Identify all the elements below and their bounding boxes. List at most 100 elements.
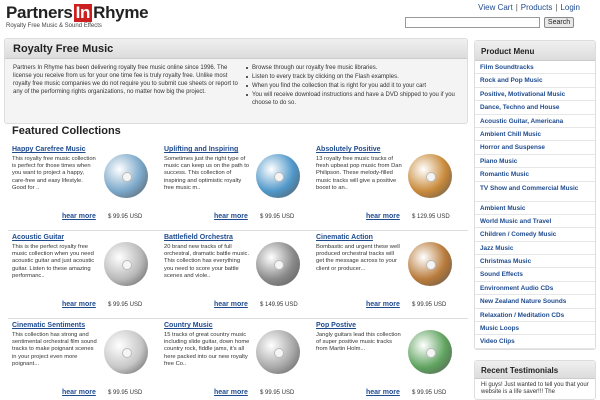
intro-text: Partners In Rhyme has been delivering ro… (13, 65, 238, 95)
menu-item[interactable]: Horror and Suspense (475, 141, 595, 155)
main-content: Royalty Free Music Partners In Rhyme has… (4, 38, 468, 124)
bullet-item: Listen to every track by clicking on the… (245, 73, 465, 81)
collection-title-link[interactable]: Uplifting and Inspiring (164, 146, 238, 153)
hear-more-link[interactable]: hear more (62, 301, 96, 308)
price-label: $ 99.95 USD (108, 390, 143, 396)
hear-more-link[interactable]: hear more (366, 213, 400, 220)
menu-item[interactable]: Acoustic Guitar, Americana (475, 115, 595, 128)
cd-cover-image[interactable] (104, 242, 148, 286)
cd-cover-image[interactable] (256, 242, 300, 286)
login-link[interactable]: Login (560, 3, 580, 12)
testimonials-panel: Recent Testimonials Hi guys! Just wanted… (474, 360, 596, 400)
logo-tagline: Royalty Free Music & Sound Effects (6, 23, 102, 29)
intro-panel: Royalty Free Music Partners In Rhyme has… (4, 38, 468, 124)
collection-card: Cinematic Action Bombastic and urgent th… (308, 230, 456, 314)
menu-item[interactable]: Jazz Music (475, 242, 595, 256)
collection-title-link[interactable]: Cinematic Action (316, 234, 373, 241)
search-input[interactable] (405, 17, 540, 28)
price-label: $ 99.95 USD (412, 390, 447, 396)
menu-item[interactable]: Film Soundtracks (475, 61, 595, 75)
price-label: $ 99.95 USD (260, 390, 295, 396)
intro-bullets: Browse through our royalty free music li… (245, 64, 465, 108)
logo[interactable]: Partners In Rhyme Royalty Free Music & Sou… (6, 3, 149, 30)
price-label: $ 129.95 USD (412, 214, 450, 220)
hear-more-link[interactable]: hear more (62, 213, 96, 220)
cd-cover-image[interactable] (104, 154, 148, 198)
product-menu: Product Menu Film Soundtracks Rock and P… (474, 40, 596, 350)
menu-item[interactable]: Children / Comedy Music (475, 228, 595, 242)
price-label: $ 99.95 USD (412, 302, 447, 308)
bullet-item: When you find the collection that is rig… (245, 82, 465, 90)
collection-card: Country Music 15 tracks of great country… (156, 318, 304, 400)
menu-item[interactable]: Dance, Techno and House (475, 101, 595, 115)
menu-item[interactable]: TV Show and Commercial Music (475, 182, 595, 202)
menu-item[interactable]: Music Loops (475, 322, 595, 336)
menu-item[interactable]: Romantic Music (475, 168, 595, 182)
search-bar: Search (405, 17, 574, 28)
collection-description: This collection has strong and sentiment… (12, 332, 97, 367)
product-menu-list: Film Soundtracks Rock and Pop Music Posi… (475, 61, 595, 349)
testimonial-text: Hi guys! Just wanted to tell you that yo… (481, 382, 589, 395)
collection-description: 20 brand new tracks of full orchestral, … (164, 244, 250, 279)
collection-title-link[interactable]: Country Music (164, 322, 213, 329)
cd-cover-image[interactable] (408, 154, 452, 198)
hear-more-link[interactable]: hear more (214, 389, 248, 396)
menu-item[interactable]: Relaxation / Meditation CDs (475, 309, 595, 323)
menu-item[interactable]: Piano Music (475, 155, 595, 169)
product-menu-heading: Product Menu (475, 41, 595, 61)
menu-item[interactable]: Environment Audio CDs (475, 282, 595, 296)
menu-item[interactable]: Ambient Chill Music (475, 128, 595, 142)
menu-item[interactable]: Sound Effects (475, 268, 595, 282)
collection-card: Acoustic Guitar This is the perfect roya… (4, 230, 152, 314)
bullet-item: Browse through our royalty free music li… (245, 64, 465, 72)
cd-cover-image[interactable] (104, 330, 148, 374)
cd-cover-image[interactable] (256, 330, 300, 374)
collection-title-link[interactable]: Happy Carefree Music (12, 146, 86, 153)
collection-description: Bombastic and urgent these well produced… (316, 244, 400, 272)
collection-description: Sometimes just the right type of music c… (164, 156, 250, 191)
collection-card: Uplifting and Inspiring Sometimes just t… (156, 142, 304, 226)
price-label: $ 99.95 USD (260, 214, 295, 220)
hear-more-link[interactable]: hear more (366, 389, 400, 396)
menu-item[interactable]: Video Clips (475, 335, 595, 349)
collection-title-link[interactable]: Battlefield Orchestra (164, 234, 233, 241)
menu-item[interactable]: Positive, Motivational Music (475, 88, 595, 102)
hear-more-link[interactable]: hear more (62, 389, 96, 396)
collection-card: Battlefield Orchestra 20 brand new track… (156, 230, 304, 314)
collection-title-link[interactable]: Absolutely Positive (316, 146, 381, 153)
cd-cover-image[interactable] (408, 242, 452, 286)
collection-description: This is the perfect royalty free music c… (12, 244, 95, 279)
collection-card: Absolutely Positive 13 royalty free musi… (308, 142, 456, 226)
collection-title-link[interactable]: Acoustic Guitar (12, 234, 64, 241)
collection-description: 13 royalty free music tracks of fresh up… (316, 156, 402, 191)
menu-item[interactable]: New Zealand Nature Sounds (475, 295, 595, 309)
search-button[interactable]: Search (544, 17, 574, 28)
hear-more-link[interactable]: hear more (366, 301, 400, 308)
collection-card: Happy Carefree Music This royalty free m… (4, 142, 152, 226)
collection-card: Pop Postive Jangly guitars lead this col… (308, 318, 456, 400)
cd-cover-image[interactable] (256, 154, 300, 198)
cd-cover-image[interactable] (408, 330, 452, 374)
collection-title-link[interactable]: Cinematic Sentiments (12, 322, 85, 329)
price-label: $ 149.95 USD (260, 302, 298, 308)
page-title: Royalty Free Music (13, 43, 114, 55)
view-cart-link[interactable]: View Cart (478, 3, 513, 12)
price-label: $ 99.95 USD (108, 214, 143, 220)
menu-item[interactable]: Ambient Music (475, 202, 595, 215)
menu-item[interactable]: Christmas Music (475, 255, 595, 269)
featured-heading: Featured Collections (12, 125, 121, 137)
collection-description: This royalty free music collection is pe… (12, 156, 96, 191)
products-link[interactable]: Products (521, 3, 553, 12)
bullet-item: You will receive download instructions a… (245, 91, 465, 107)
hear-more-link[interactable]: hear more (214, 213, 248, 220)
collection-description: 15 tracks of great country music includi… (164, 332, 250, 367)
collection-title-link[interactable]: Pop Postive (316, 322, 356, 329)
top-links: View Cart | Products | Login (478, 3, 580, 12)
price-label: $ 99.95 USD (108, 302, 143, 308)
menu-item[interactable]: Rock and Pop Music (475, 74, 595, 88)
collection-description: Jangly guitars lead this collection of s… (316, 332, 401, 353)
collection-card: Cinematic Sentiments This collection has… (4, 318, 152, 400)
logo-text: Partners In Rhyme (6, 3, 149, 22)
hear-more-link[interactable]: hear more (214, 301, 248, 308)
menu-item[interactable]: World Music and Travel (475, 215, 595, 229)
